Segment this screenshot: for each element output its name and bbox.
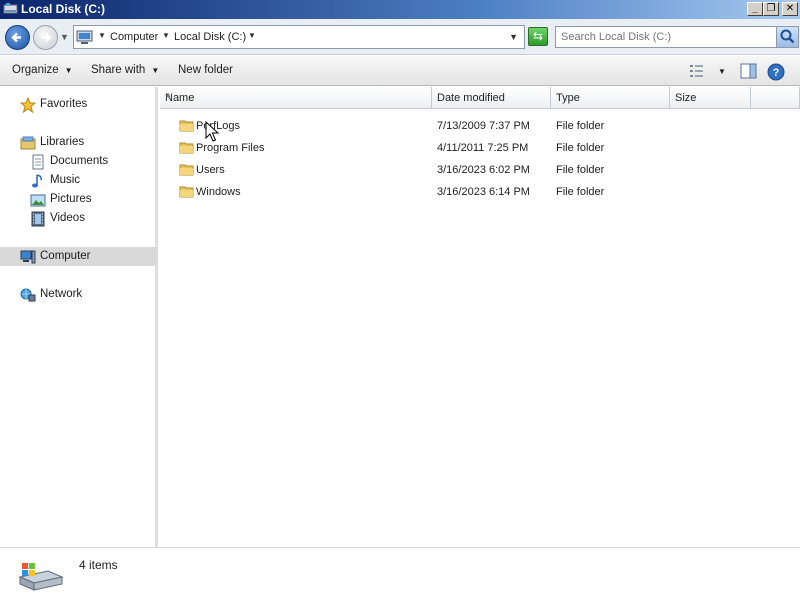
nav-label: Videos — [50, 212, 85, 224]
file-list: Name ▲ Date modified Type Size PerfLogs … — [160, 87, 800, 547]
star-icon — [20, 97, 36, 113]
close-button[interactable]: ✕ — [782, 2, 798, 16]
help-icon[interactable]: ? — [767, 63, 785, 81]
local-disk-icon — [18, 563, 64, 591]
address-bar[interactable]: ▼ Computer ▼ Local Disk (C:) ▼ ▼ — [73, 25, 525, 49]
breadcrumb-chevron-icon[interactable]: ▼ — [98, 31, 106, 40]
preview-pane-icon[interactable] — [740, 63, 757, 79]
command-bar: Organize ▼ Share with ▼ New folder ▼ ? — [0, 56, 800, 86]
recent-pages-dropdown[interactable]: ▼ — [60, 32, 69, 42]
breadcrumb-chevron-icon[interactable]: ▼ — [248, 31, 256, 40]
sort-ascending-icon: ▲ — [165, 92, 172, 99]
column-header-name[interactable]: Name ▲ — [160, 87, 432, 109]
file-type: File folder — [556, 186, 605, 198]
library-icon — [20, 136, 36, 150]
svg-text:?: ? — [773, 67, 780, 79]
title-bar: Local Disk (C:) _ ❐ ✕ — [0, 0, 800, 19]
refresh-icon: ⇆ — [532, 29, 544, 43]
nav-label: Favorites — [40, 98, 88, 110]
drive-icon — [3, 3, 18, 14]
search-icon — [780, 29, 795, 44]
nav-label: Music — [50, 174, 81, 186]
back-button[interactable] — [5, 25, 30, 50]
file-row[interactable]: Program Files 4/11/2011 7:25 PM File fol… — [160, 138, 760, 158]
refresh-button[interactable]: ⇆ — [528, 27, 548, 46]
organize-label: Organize — [12, 64, 59, 76]
chevron-down-icon: ▼ — [64, 66, 73, 75]
column-header-empty — [751, 87, 800, 109]
nav-label: Libraries — [40, 136, 85, 148]
folder-icon — [179, 142, 194, 154]
forward-arrow-icon — [42, 32, 52, 43]
mouse-pointer-icon — [205, 121, 219, 142]
view-options-dropdown[interactable]: ▼ — [718, 67, 726, 76]
window-title: Local Disk (C:) — [21, 2, 106, 16]
maximize-button[interactable]: ❐ — [763, 2, 779, 16]
file-date-modified: 4/11/2011 7:25 PM — [437, 142, 529, 154]
network-icon — [20, 288, 36, 302]
view-options-icon[interactable] — [689, 63, 705, 79]
share-with-button[interactable]: Share with ▼ — [91, 64, 159, 76]
share-with-label: Share with — [91, 64, 146, 76]
file-date-modified: 3/16/2023 6:02 PM — [437, 164, 530, 176]
address-history-dropdown[interactable]: ▼ — [509, 32, 518, 42]
breadcrumb-chevron-icon[interactable]: ▼ — [162, 31, 170, 40]
videos-icon — [31, 211, 45, 227]
breadcrumb-computer[interactable]: Computer — [110, 31, 158, 43]
breadcrumb-local-disk[interactable]: Local Disk (C:) — [174, 31, 246, 43]
forward-button[interactable] — [33, 25, 58, 50]
documents-icon — [32, 154, 44, 170]
navigation-pane: Favorites Libraries Documents Music Pict… — [0, 87, 158, 547]
folder-icon — [179, 120, 194, 132]
computer-icon — [76, 30, 93, 44]
file-row[interactable]: Windows 3/16/2023 6:14 PM File folder — [160, 182, 760, 202]
column-label: Size — [675, 92, 697, 104]
computer-icon — [20, 250, 36, 264]
file-row[interactable]: Users 3/16/2023 6:02 PM File folder — [160, 160, 760, 180]
search-button[interactable] — [776, 27, 798, 47]
pictures-icon — [30, 194, 46, 207]
column-label: Date modified — [437, 92, 505, 104]
search-box[interactable] — [555, 26, 799, 48]
column-header-date-modified[interactable]: Date modified — [432, 87, 551, 109]
nav-label: Pictures — [50, 193, 92, 205]
folder-icon — [179, 164, 194, 176]
column-header-size[interactable]: Size — [670, 87, 751, 109]
file-date-modified: 3/16/2023 6:14 PM — [437, 186, 530, 198]
file-type: File folder — [556, 120, 605, 132]
column-label: Type — [556, 92, 580, 104]
address-bar-area: ▼ ▼ Computer ▼ Local Disk (C:) ▼ ▼ ⇆ — [0, 19, 800, 55]
nav-label: Computer — [40, 250, 91, 262]
file-name: Windows — [196, 186, 241, 198]
item-count: 4 items — [79, 558, 118, 572]
file-date-modified: 7/13/2009 7:37 PM — [437, 120, 530, 132]
column-header-type[interactable]: Type — [551, 87, 670, 109]
organize-button[interactable]: Organize ▼ — [12, 64, 73, 76]
file-row[interactable]: PerfLogs 7/13/2009 7:37 PM File folder — [160, 116, 760, 136]
file-name: Users — [196, 164, 225, 176]
music-icon — [32, 174, 42, 188]
search-input[interactable] — [561, 30, 771, 44]
chevron-down-icon: ▼ — [151, 66, 160, 75]
nav-label: Network — [40, 288, 83, 300]
details-pane: 4 items — [0, 547, 800, 600]
back-arrow-icon — [11, 32, 21, 43]
new-folder-button[interactable]: New folder — [178, 64, 233, 76]
folder-icon — [179, 186, 194, 198]
file-name: Program Files — [196, 142, 265, 154]
nav-label: Documents — [50, 155, 109, 167]
file-type: File folder — [556, 142, 605, 154]
file-type: File folder — [556, 164, 605, 176]
minimize-button[interactable]: _ — [747, 2, 763, 16]
